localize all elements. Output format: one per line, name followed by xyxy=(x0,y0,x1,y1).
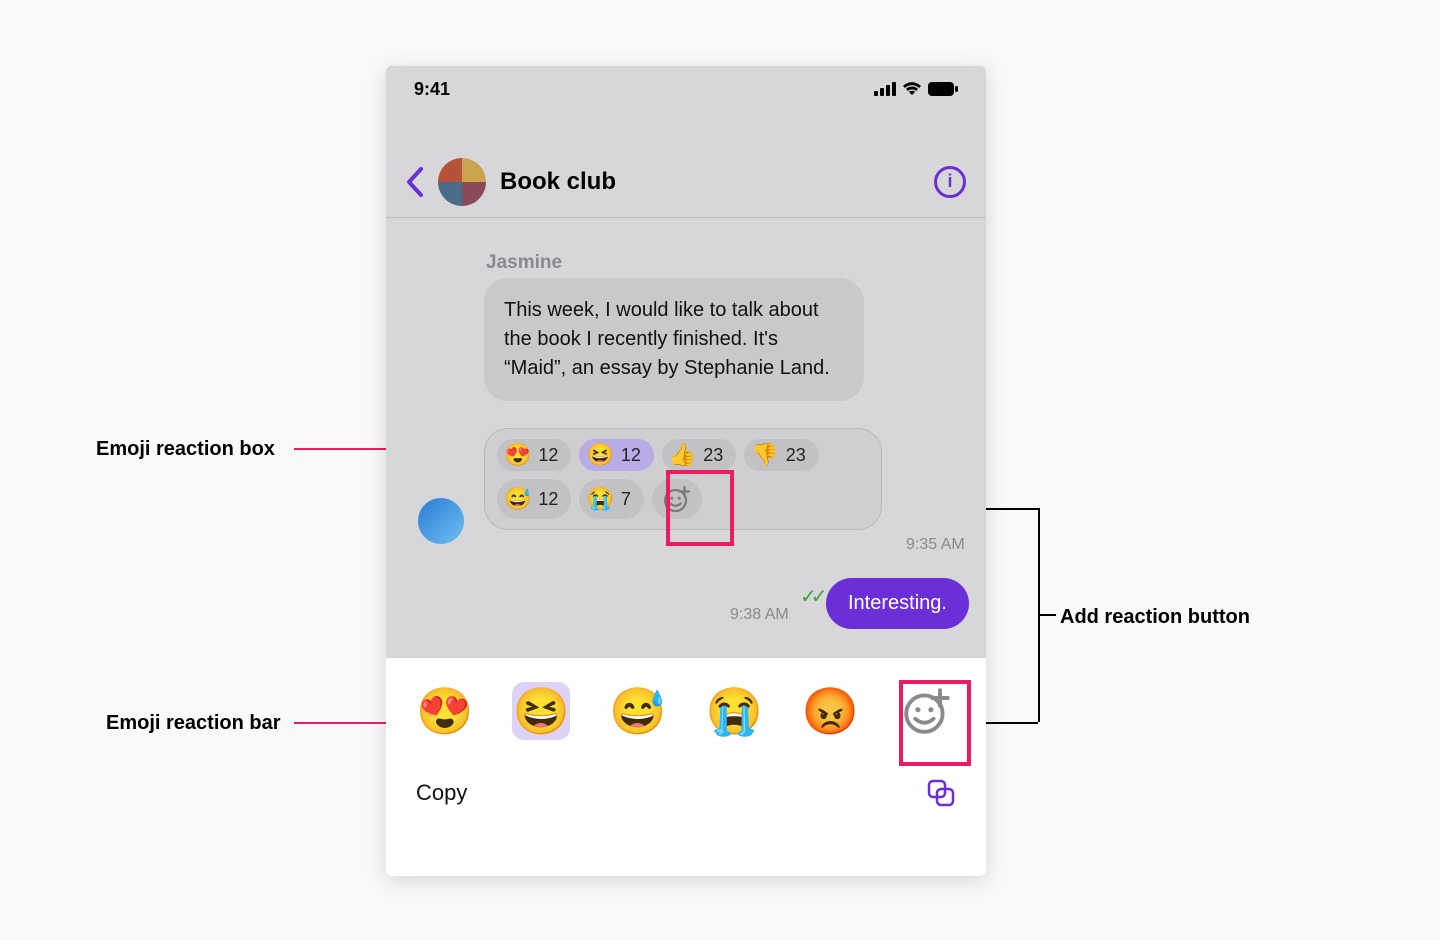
wifi-icon xyxy=(902,82,922,96)
context-menu-sheet: 😍 😆 😅 😭 😡 Copy xyxy=(386,658,986,876)
status-bar: 9:41 xyxy=(386,66,986,112)
reaction-chip[interactable]: 😅 12 xyxy=(497,479,571,519)
reaction-bar-item[interactable]: 😡 xyxy=(802,682,860,740)
message-bubble-outgoing[interactable]: Interesting. xyxy=(826,578,969,629)
sender-name: Jasmine xyxy=(486,252,562,274)
menu-item-copy[interactable]: Copy xyxy=(386,760,986,826)
copy-label: Copy xyxy=(416,780,467,806)
group-avatar[interactable] xyxy=(438,158,486,206)
reaction-chip[interactable]: 👍 23 xyxy=(662,439,736,471)
reaction-emoji: 😍 xyxy=(504,444,531,466)
annotation-reaction-bar: Emoji reaction bar xyxy=(106,712,281,735)
annotation-connector xyxy=(1038,614,1056,616)
reaction-bar-item[interactable]: 😆 xyxy=(512,682,570,740)
add-reaction-button[interactable] xyxy=(898,682,956,740)
reaction-emoji: 😭 xyxy=(586,488,613,510)
annotation-add-reaction: Add reaction button xyxy=(1060,606,1250,629)
reaction-emoji: 😅 xyxy=(609,684,666,739)
cellular-icon xyxy=(874,82,896,96)
add-reaction-icon xyxy=(901,685,953,737)
reaction-count: 12 xyxy=(621,445,641,466)
reaction-bar-item[interactable]: 😍 xyxy=(416,682,474,740)
copy-icon xyxy=(926,778,956,808)
status-indicators xyxy=(874,82,958,96)
add-reaction-button[interactable] xyxy=(652,479,702,519)
battery-icon xyxy=(928,82,958,96)
emoji-reaction-bar: 😍 😆 😅 😭 😡 xyxy=(386,658,986,760)
reaction-chip[interactable]: 👎 23 xyxy=(744,439,818,471)
chat-header: Book club i xyxy=(386,146,986,218)
add-reaction-icon xyxy=(662,484,692,514)
reaction-emoji: 😭 xyxy=(706,684,763,739)
reply-timestamp: 9:38 AM xyxy=(730,606,789,624)
reaction-emoji: 👎 xyxy=(751,444,778,466)
reaction-emoji: 😡 xyxy=(802,684,859,739)
reaction-count: 12 xyxy=(538,489,558,510)
reaction-chip[interactable]: 😭7 xyxy=(579,479,643,519)
back-button[interactable] xyxy=(406,167,424,197)
info-button[interactable]: i xyxy=(934,166,966,198)
annotation-reaction-box: Emoji reaction box xyxy=(96,438,275,461)
reaction-emoji: 😅 xyxy=(504,488,531,510)
reaction-emoji: 😆 xyxy=(513,684,570,739)
reaction-chip[interactable]: 😆 12 xyxy=(579,439,653,471)
read-receipt-icon: ✓✓ xyxy=(800,584,822,609)
reaction-bar-item[interactable]: 😅 xyxy=(609,682,667,740)
message-bubble-incoming[interactable]: This week, I would like to talk about th… xyxy=(484,278,864,401)
phone-frame: 9:41 Book club i Jasmine This week, I wo… xyxy=(386,66,986,876)
sender-avatar[interactable] xyxy=(418,498,464,544)
reaction-count: 7 xyxy=(621,489,631,510)
info-icon: i xyxy=(947,171,952,192)
reaction-bar-item[interactable]: 😭 xyxy=(705,682,763,740)
chat-title[interactable]: Book club xyxy=(500,168,616,196)
reaction-count: 12 xyxy=(538,445,558,466)
reaction-emoji: 👍 xyxy=(669,444,696,466)
reaction-chip[interactable]: 😍 12 xyxy=(497,439,571,471)
reaction-count: 23 xyxy=(703,445,723,466)
status-time: 9:41 xyxy=(414,79,450,100)
reaction-count: 23 xyxy=(786,445,806,466)
reaction-emoji: 😆 xyxy=(586,444,613,466)
emoji-reaction-box: 😍12😆12👍23👎23😅12😭7 xyxy=(484,428,882,530)
message-timestamp: 9:35 AM xyxy=(906,536,965,554)
reaction-emoji: 😍 xyxy=(416,684,473,739)
